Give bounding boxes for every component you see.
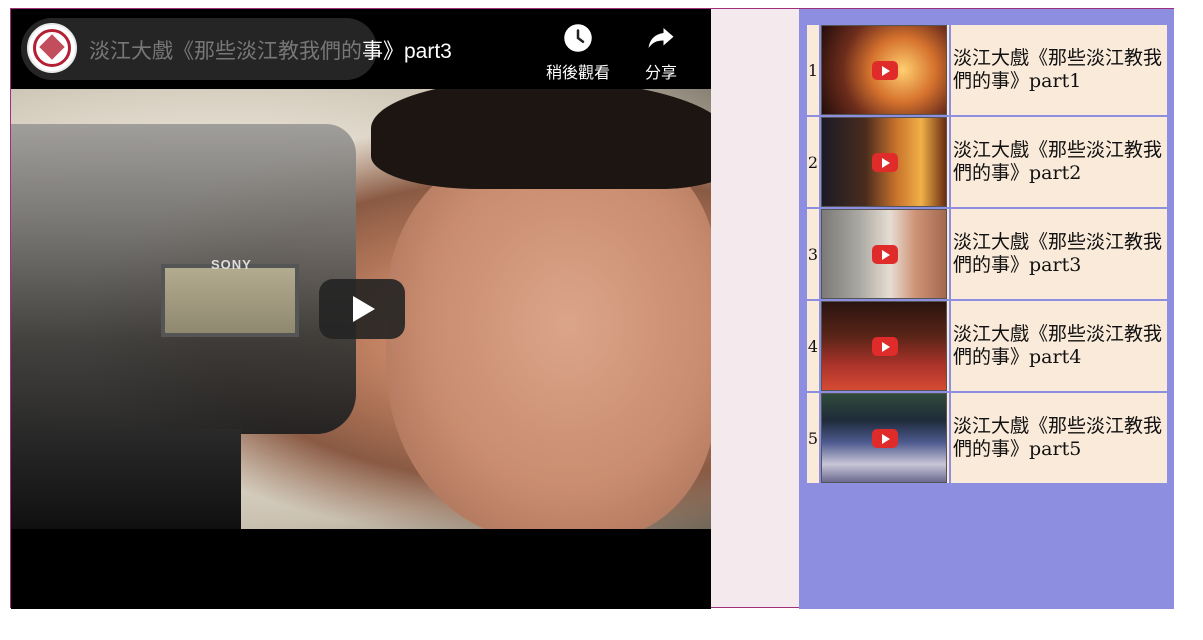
letterbox-bottom — [11, 529, 711, 609]
video-title-faded: 淡江大戲《那些淡江教我們的 — [89, 40, 362, 63]
video-player[interactable]: SONY 淡江大戲《那些淡江教我們的事》part3 稍後觀看 分享 — [11, 9, 711, 609]
video-title-visible: 事》part3 — [362, 40, 452, 63]
playlist-item-title[interactable]: 淡江大戲《那些淡江教我們的事》part4 — [951, 301, 1167, 391]
share-label: 分享 — [644, 63, 677, 82]
video-thumbnail[interactable] — [821, 393, 947, 483]
row-index: 2 — [807, 117, 819, 207]
playlist-row[interactable]: 3 淡江大戲《那些淡江教我們的事》part3 — [807, 209, 1167, 299]
play-icon — [353, 296, 375, 322]
video-title[interactable]: 淡江大戲《那些淡江教我們的事》part3 — [89, 35, 452, 65]
video-thumbnail[interactable] — [821, 25, 947, 115]
playlist-sidebar: 1 淡江大戲《那些淡江教我們的事》part1 2 淡江大戲《那些淡江教我們的事》… — [799, 9, 1174, 609]
youtube-play-icon — [872, 245, 898, 264]
page-frame: SONY 淡江大戲《那些淡江教我們的事》part3 稍後觀看 分享 1 淡江大戲… — [10, 8, 1174, 609]
row-index: 5 — [807, 393, 819, 483]
channel-logo[interactable] — [27, 23, 77, 73]
youtube-play-icon — [872, 61, 898, 80]
playlist-item-title[interactable]: 淡江大戲《那些淡江教我們的事》part3 — [951, 209, 1167, 299]
playlist-item-title[interactable]: 淡江大戲《那些淡江教我們的事》part5 — [951, 393, 1167, 483]
play-button[interactable] — [319, 279, 405, 339]
youtube-play-icon — [872, 429, 898, 448]
thumbnail-cell[interactable] — [821, 209, 949, 299]
video-thumbnail[interactable] — [821, 209, 947, 299]
tripod — [11, 429, 241, 529]
row-index: 3 — [807, 209, 819, 299]
playlist-row[interactable]: 1 淡江大戲《那些淡江教我們的事》part1 — [807, 25, 1167, 115]
camcorder-brand: SONY — [211, 257, 252, 272]
playlist-table: 1 淡江大戲《那些淡江教我們的事》part1 2 淡江大戲《那些淡江教我們的事》… — [805, 23, 1169, 485]
playlist-row[interactable]: 5 淡江大戲《那些淡江教我們的事》part5 — [807, 393, 1167, 483]
playlist-item-title[interactable]: 淡江大戲《那些淡江教我們的事》part2 — [951, 117, 1167, 207]
thumbnail-cell[interactable] — [821, 25, 949, 115]
watch-later-button[interactable]: 稍後觀看 — [538, 23, 618, 83]
row-index: 4 — [807, 301, 819, 391]
row-index: 1 — [807, 25, 819, 115]
playlist-row[interactable]: 4 淡江大戲《那些淡江教我們的事》part4 — [807, 301, 1167, 391]
watch-later-label: 稍後觀看 — [545, 63, 610, 82]
share-button[interactable]: 分享 — [621, 23, 701, 83]
actor-face — [386, 149, 711, 529]
thumbnail-cell[interactable] — [821, 117, 949, 207]
video-thumbnail[interactable] — [821, 117, 947, 207]
thumbnail-cell[interactable] — [821, 393, 949, 483]
player-top-bar: 淡江大戲《那些淡江教我們的事》part3 稍後觀看 分享 — [11, 9, 711, 89]
playlist-row[interactable]: 2 淡江大戲《那些淡江教我們的事》part2 — [807, 117, 1167, 207]
share-arrow-icon — [648, 28, 674, 48]
actor-hair — [371, 89, 711, 189]
youtube-play-icon — [872, 153, 898, 172]
playlist-item-title[interactable]: 淡江大戲《那些淡江教我們的事》part1 — [951, 25, 1167, 115]
youtube-play-icon — [872, 337, 898, 356]
thumbnail-cell[interactable] — [821, 301, 949, 391]
clock-icon — [564, 24, 592, 52]
video-thumbnail[interactable] — [821, 301, 947, 391]
camcorder-screen — [161, 264, 299, 337]
